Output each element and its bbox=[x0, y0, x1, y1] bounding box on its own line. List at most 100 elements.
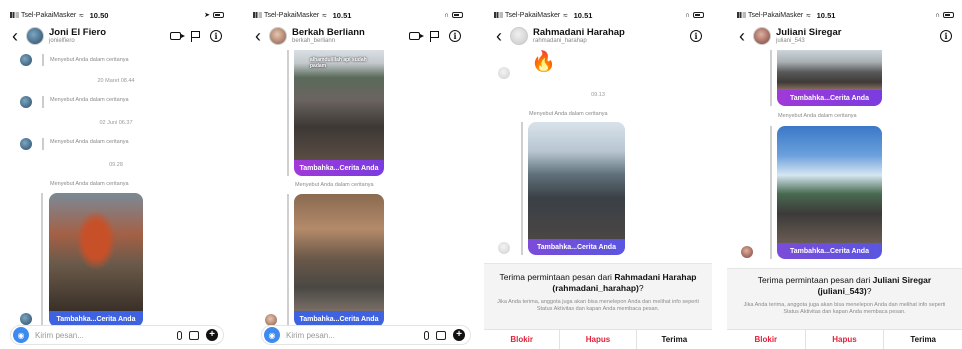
camera-icon[interactable]: ◉ bbox=[13, 327, 29, 343]
story-photo bbox=[528, 122, 625, 239]
mention-text: Menyebut Anda dalam ceritanya bbox=[50, 97, 129, 103]
avatar[interactable] bbox=[269, 27, 287, 45]
delete-button[interactable]: Hapus bbox=[806, 330, 885, 349]
message-input[interactable]: Kirim pesan... bbox=[35, 331, 84, 340]
avatar[interactable] bbox=[510, 27, 528, 45]
signal-icon bbox=[737, 12, 746, 18]
story-card[interactable]: Tambahka...Cerita Anda bbox=[49, 193, 143, 327]
plus-icon[interactable]: + bbox=[453, 329, 465, 341]
story-label: Tambahka...Cerita Anda bbox=[777, 90, 882, 106]
status-bar: Tsel-PakaiMasker ≈ 10.50 ➤ bbox=[10, 9, 224, 21]
accept-button[interactable]: Terima bbox=[637, 330, 712, 349]
mention-text: Menyebut Anda dalam ceritanya bbox=[778, 113, 857, 119]
flag-icon[interactable] bbox=[430, 30, 439, 42]
sender-avatar bbox=[20, 96, 32, 108]
chat-header: ‹ Juliani Siregar juliani_543 i bbox=[727, 24, 962, 48]
info-icon[interactable]: i bbox=[449, 30, 461, 42]
message-request-panel: Terima permintaan pesan dari Rahmadani H… bbox=[484, 263, 712, 349]
microphone-icon[interactable] bbox=[424, 330, 429, 340]
wifi-icon: ≈ bbox=[806, 10, 811, 20]
contact-name[interactable]: Berkah Berliann bbox=[292, 27, 365, 38]
info-icon[interactable]: i bbox=[690, 30, 702, 42]
contact-name[interactable]: Rahmadani Harahap bbox=[533, 27, 625, 38]
microphone-icon[interactable] bbox=[177, 330, 182, 340]
status-time: 10.51 bbox=[573, 10, 593, 20]
block-button[interactable]: Blokir bbox=[727, 330, 806, 349]
location-icon: ➤ bbox=[204, 12, 210, 19]
timestamp: 02 Juni 06.37 bbox=[99, 120, 133, 126]
mention-text: Menyebut Anda dalam ceritanya bbox=[529, 111, 608, 117]
request-actions: Blokir Hapus Terima bbox=[484, 329, 712, 349]
info-icon[interactable]: i bbox=[940, 30, 952, 42]
status-time: 10.51 bbox=[332, 10, 352, 20]
mention-text: Menyebut Anda dalam ceritanya bbox=[50, 181, 129, 187]
battery-icon bbox=[213, 12, 224, 18]
avatar[interactable] bbox=[753, 27, 771, 45]
story-label: Tambahka...Cerita Anda bbox=[777, 243, 882, 259]
story-label: Tambahka...Cerita Anda bbox=[528, 239, 625, 255]
signal-icon bbox=[253, 12, 262, 18]
story-photo bbox=[294, 194, 384, 311]
message-input[interactable]: Kirim pesan... bbox=[286, 331, 335, 340]
request-title: Terima permintaan pesan dari Juliani Sir… bbox=[757, 275, 932, 296]
carrier-name: Tsel-PakaiMasker bbox=[264, 11, 320, 19]
list-item bbox=[20, 96, 51, 108]
battery-icon bbox=[693, 12, 704, 18]
contact-name[interactable]: Juliani Siregar bbox=[776, 27, 841, 38]
message-composer[interactable]: ◉ Kirim pesan... + bbox=[10, 325, 224, 345]
list-item bbox=[20, 138, 51, 150]
mention-text: Menyebut Anda dalam ceritanya bbox=[50, 139, 129, 145]
wifi-icon: ≈ bbox=[563, 10, 568, 20]
timestamp: 09.13 bbox=[591, 92, 605, 98]
contact-name[interactable]: Joni El Fiero bbox=[49, 27, 106, 38]
battery-icon bbox=[943, 12, 954, 18]
gallery-icon[interactable] bbox=[189, 330, 199, 340]
wifi-icon: ≈ bbox=[79, 10, 84, 20]
block-button[interactable]: Blokir bbox=[484, 330, 561, 349]
mention-text: Menyebut Anda dalam ceritanya bbox=[50, 57, 129, 63]
story-photo bbox=[777, 50, 882, 90]
request-actions: Blokir Hapus Terima bbox=[727, 329, 962, 349]
mention-text: Menyebut Anda dalam ceritanya bbox=[295, 182, 374, 188]
status-time: 10.51 bbox=[816, 10, 836, 20]
delete-button[interactable]: Hapus bbox=[560, 330, 637, 349]
sender-avatar bbox=[498, 242, 510, 254]
back-arrow-icon[interactable]: ‹ bbox=[247, 27, 269, 45]
headphones-icon: ∩ bbox=[443, 11, 449, 19]
avatar[interactable] bbox=[26, 27, 44, 45]
battery-icon bbox=[452, 12, 463, 18]
story-card[interactable]: alhamdulillah api sudah padam Tambahka..… bbox=[294, 50, 384, 176]
signal-icon bbox=[10, 12, 19, 18]
video-call-icon[interactable] bbox=[409, 32, 424, 40]
chat-screen-juliani: Tsel-PakaiMasker ≈ 10.51 ∩ ‹ Juliani Sir… bbox=[727, 0, 962, 349]
plus-icon[interactable]: + bbox=[206, 329, 218, 341]
story-card[interactable]: Tambahka...Cerita Anda bbox=[777, 50, 882, 106]
story-caption: alhamdulillah api sudah padam bbox=[310, 57, 367, 69]
sender-avatar bbox=[20, 313, 32, 325]
contact-handle: rahmadani_harahap bbox=[533, 37, 587, 44]
back-arrow-icon[interactable]: ‹ bbox=[731, 27, 753, 45]
story-card[interactable]: Tambahka...Cerita Anda bbox=[777, 126, 882, 259]
camera-icon[interactable]: ◉ bbox=[264, 327, 280, 343]
chat-screen-rahmadani: Tsel-PakaiMasker ≈ 10.51 ∩ ‹ Rahmadani H… bbox=[484, 0, 712, 349]
back-arrow-icon[interactable]: ‹ bbox=[4, 27, 26, 45]
status-bar: Tsel-PakaiMasker ≈ 10.51 ∩ bbox=[494, 9, 704, 21]
story-card[interactable]: Tambahka...Cerita Anda bbox=[294, 194, 384, 327]
accept-button[interactable]: Terima bbox=[884, 330, 962, 349]
list-item bbox=[20, 54, 51, 66]
story-card[interactable]: Tambahka...Cerita Anda bbox=[528, 122, 625, 255]
signal-icon bbox=[494, 12, 503, 18]
gallery-icon[interactable] bbox=[436, 330, 446, 340]
message-composer[interactable]: ◉ Kirim pesan... + bbox=[261, 325, 471, 345]
chat-screen-joni: Tsel-PakaiMasker ≈ 10.50 ➤ ‹ Joni El Fie… bbox=[0, 0, 232, 349]
flag-icon[interactable] bbox=[191, 30, 200, 42]
contact-handle: jonielfiero bbox=[49, 37, 75, 44]
video-call-icon[interactable] bbox=[170, 32, 185, 40]
carrier-name: Tsel-PakaiMasker bbox=[21, 11, 77, 19]
back-arrow-icon[interactable]: ‹ bbox=[488, 27, 510, 45]
sender-avatar bbox=[20, 54, 32, 66]
contact-handle: berkah_berliann bbox=[292, 37, 336, 44]
info-icon[interactable]: i bbox=[210, 30, 222, 42]
chat-header: ‹ Joni El Fiero jonielfiero i bbox=[0, 24, 232, 48]
fire-emoji-icon: 🔥 bbox=[531, 51, 556, 73]
